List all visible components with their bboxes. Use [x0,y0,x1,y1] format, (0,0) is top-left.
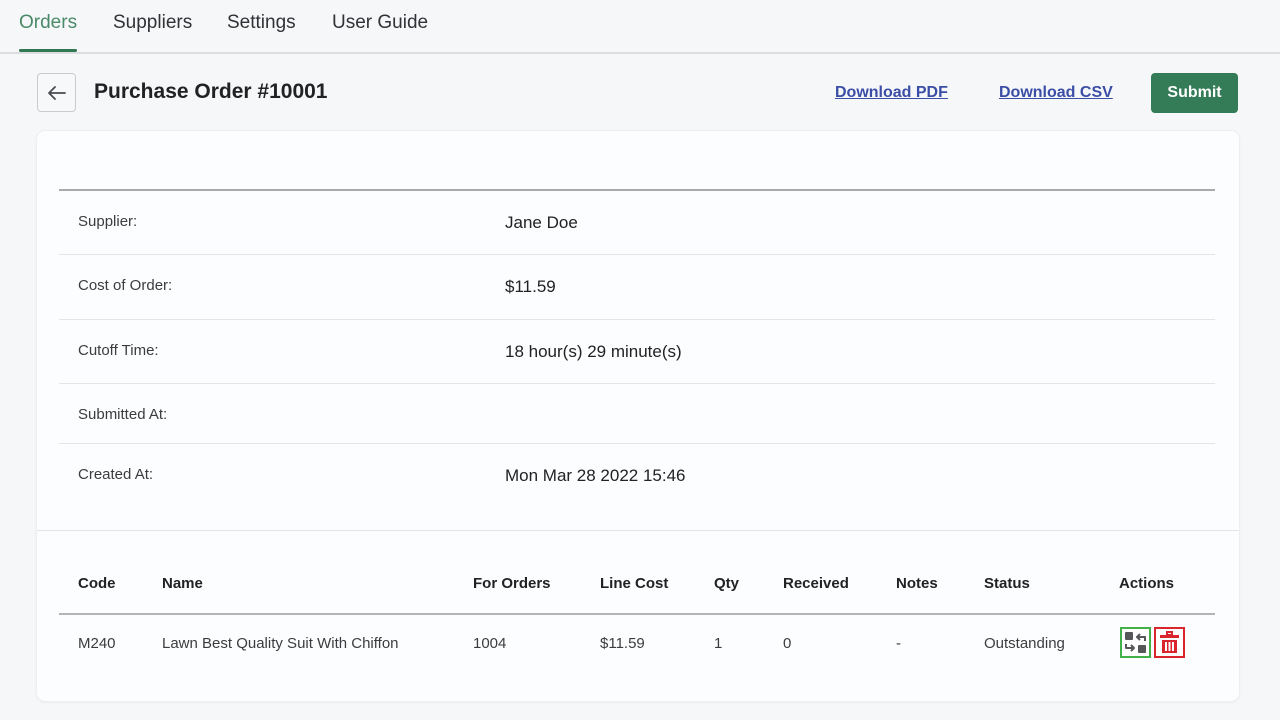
divider [59,613,1215,615]
trash-icon [1160,631,1179,653]
detail-row-created: Created At: Mon Mar 28 2022 15:46 [59,444,1215,514]
detail-label: Created At: [78,466,154,483]
cell-code: M240 [78,635,116,652]
detail-label: Cost of Order: [78,277,173,294]
detail-label: Submitted At: [78,406,168,423]
col-header-notes: Notes [896,575,938,592]
detail-label: Cutoff Time: [78,342,159,359]
detail-row-submitted: Submitted At: [59,384,1215,444]
col-header-received: Received [783,575,849,592]
page-title: Purchase Order #10001 [94,80,328,103]
tab-settings[interactable]: Settings [227,10,296,52]
col-header-line-cost: Line Cost [600,575,669,592]
detail-row-cutoff: Cutoff Time: 18 hour(s) 29 minute(s) [59,320,1215,384]
cell-notes: - [896,635,901,652]
created-value: Mon Mar 28 2022 15:46 [505,466,686,485]
download-pdf-link[interactable]: Download PDF [835,84,948,102]
tab-suppliers[interactable]: Suppliers [113,10,192,52]
delete-button[interactable] [1154,627,1185,658]
col-header-code: Code [78,575,116,592]
supplier-value: Jane Doe [505,213,578,232]
detail-label: Supplier: [78,213,138,230]
swap-icon [1125,632,1146,653]
cell-name: Lawn Best Quality Suit With Chiffon [162,635,399,652]
arrow-left-icon [47,85,66,100]
tab-orders[interactable]: Orders [19,10,78,52]
col-header-status: Status [984,575,1030,592]
cell-received: 0 [783,635,792,652]
detail-row-supplier: Supplier: Jane Doe [59,191,1215,255]
tab-user-guide[interactable]: User Guide [332,10,428,52]
cell-status: Outstanding [984,635,1065,652]
col-header-qty: Qty [714,575,740,592]
cell-line-cost: $11.59 [600,635,645,652]
col-header-for-orders: For Orders [473,575,551,592]
top-nav: Orders Suppliers Settings User Guide [0,0,1280,54]
divider [37,530,1239,531]
download-csv-link[interactable]: Download CSV [999,84,1113,102]
cell-qty: 1 [714,635,723,652]
col-header-actions: Actions [1119,575,1175,592]
swap-button[interactable] [1120,627,1151,658]
col-header-name: Name [162,575,203,592]
order-card: Supplier: Jane Doe Cost of Order: $11.59… [37,131,1239,701]
detail-row-cost: Cost of Order: $11.59 [59,255,1215,320]
cutoff-value: 18 hour(s) 29 minute(s) [505,342,682,361]
cost-value: $11.59 [505,277,556,296]
cell-for-orders: 1004 [473,635,507,652]
back-button[interactable] [37,73,76,112]
submit-button[interactable]: Submit [1151,73,1238,113]
